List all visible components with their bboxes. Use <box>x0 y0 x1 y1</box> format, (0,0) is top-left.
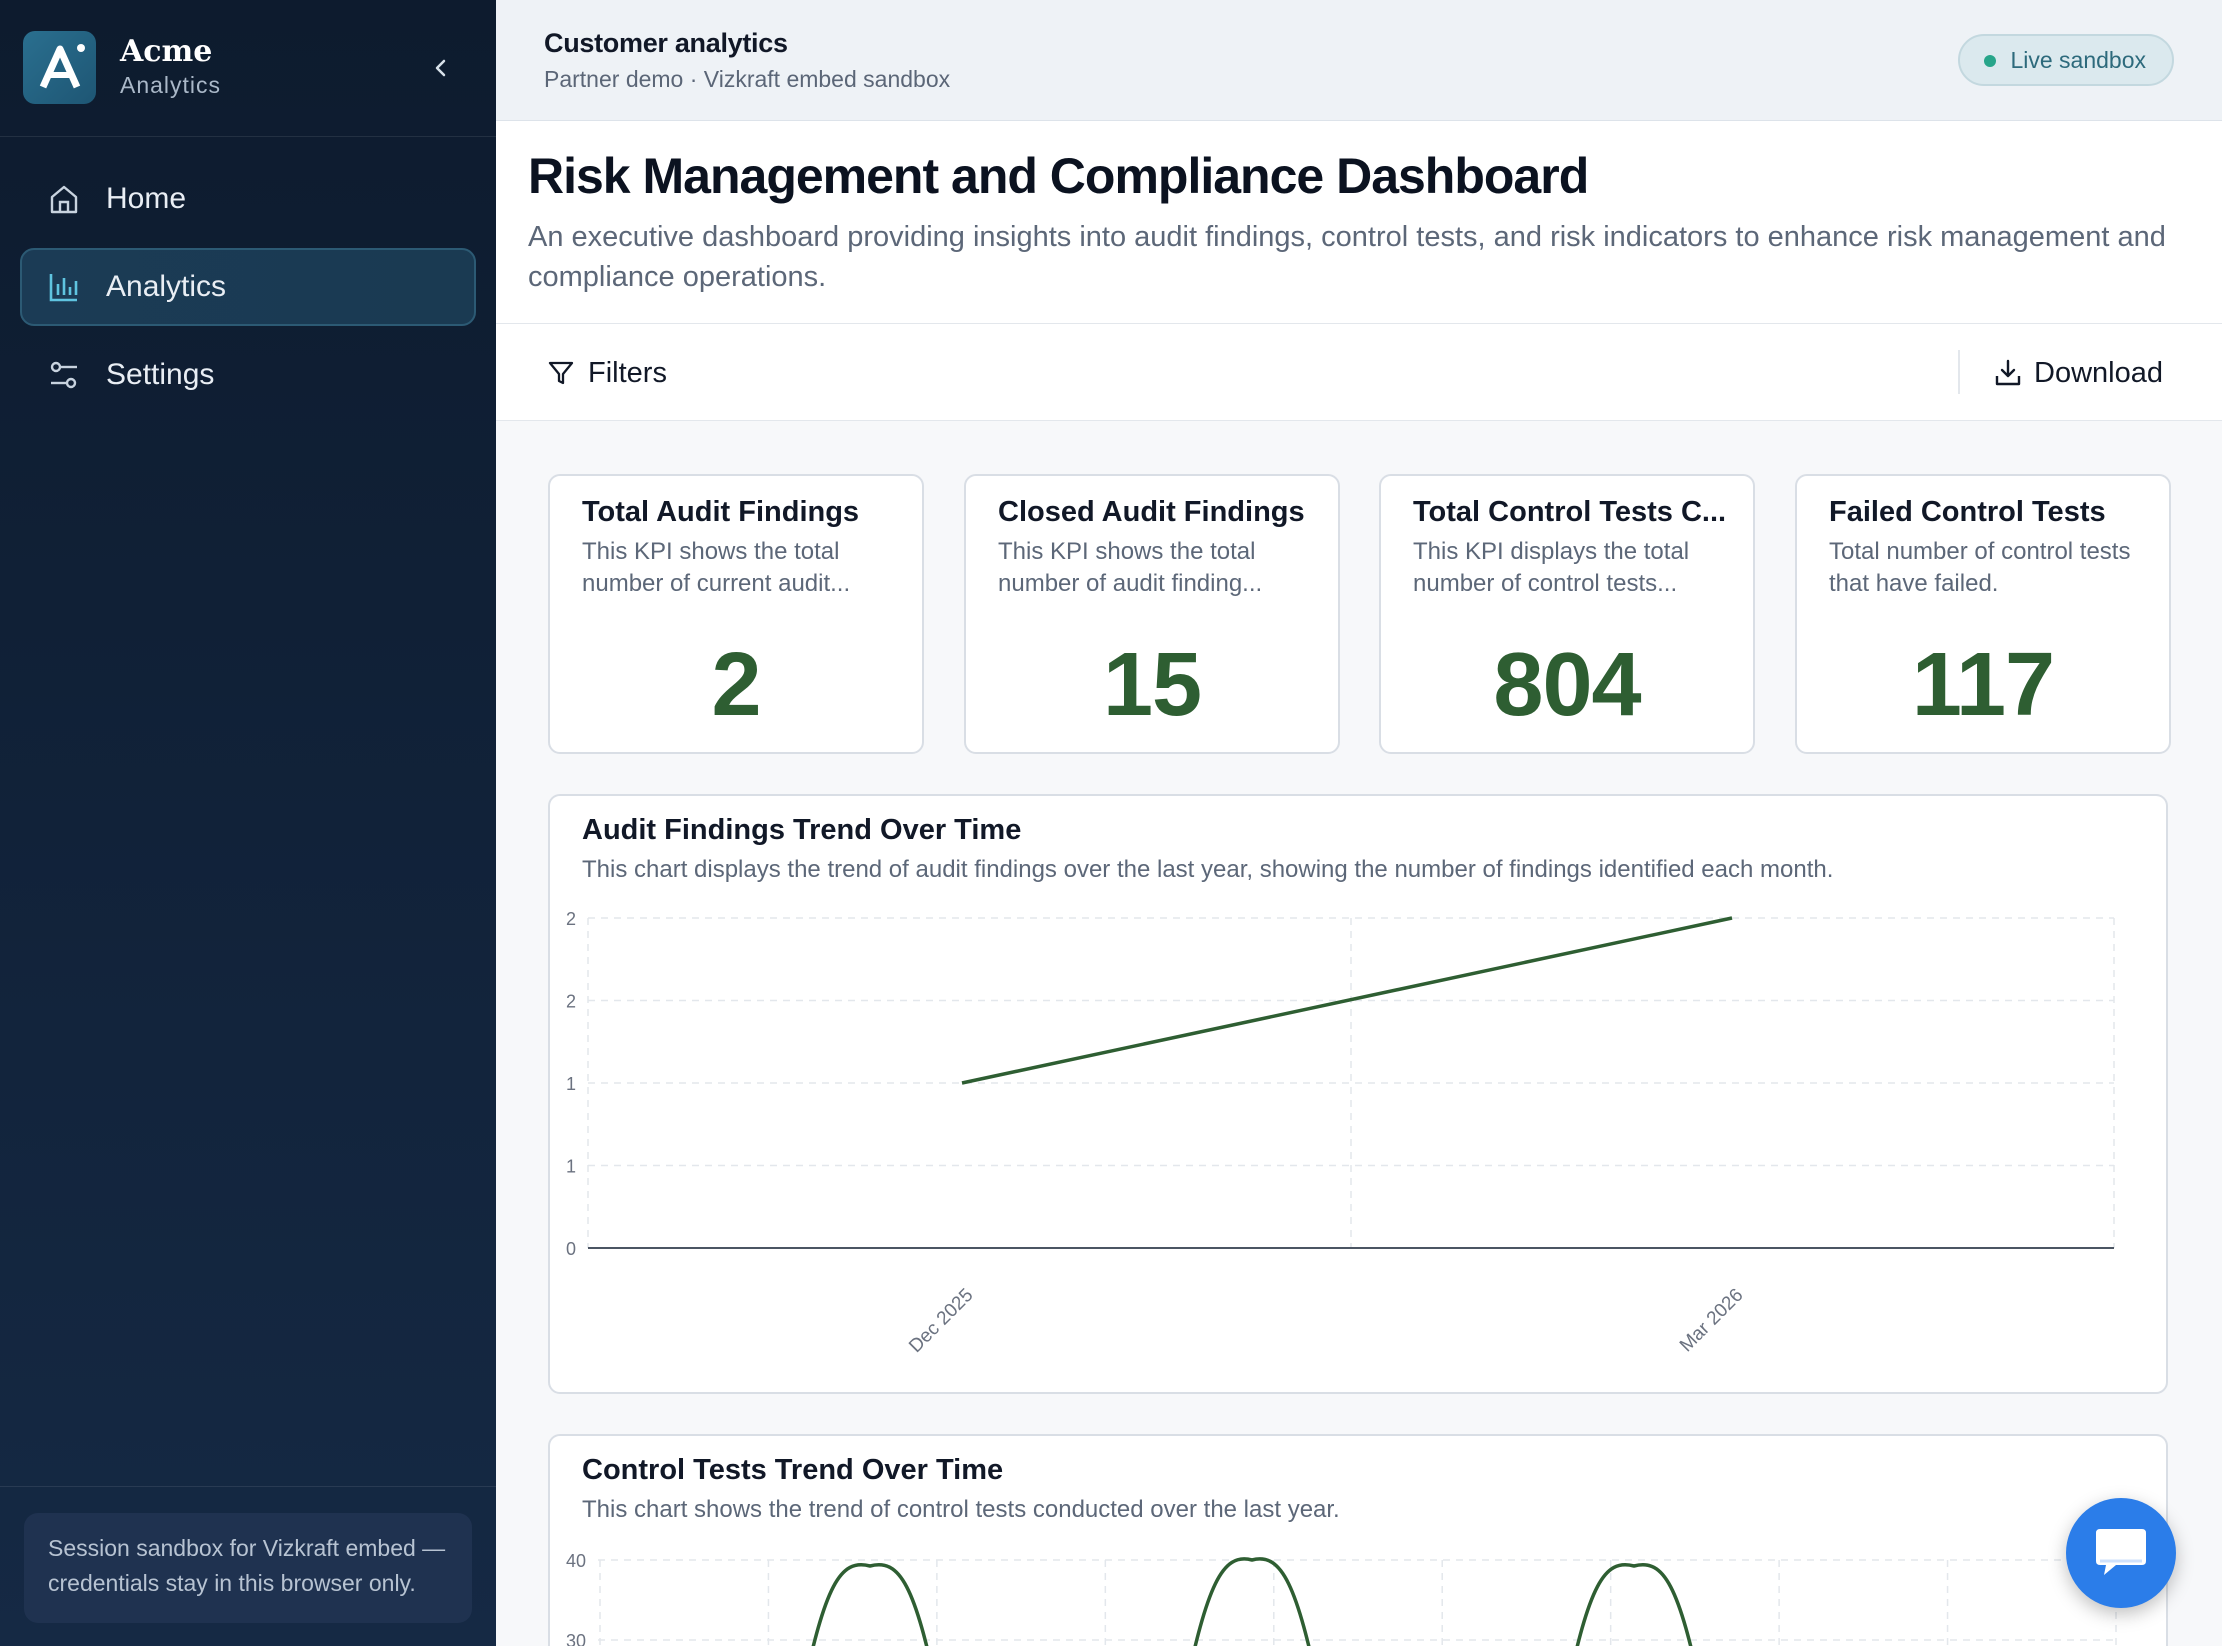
sidebar-item-settings[interactable]: Settings <box>20 336 476 414</box>
kpi-card-total-audit-findings: Total Audit Findings This KPI shows the … <box>548 474 924 754</box>
sidebar-item-label: Home <box>106 182 187 215</box>
series-line-segment <box>811 1563 929 1646</box>
chevron-left-icon <box>435 59 446 77</box>
page-title: Risk Management and Compliance Dashboard <box>528 148 1589 204</box>
y-tick-label: 1 <box>566 1157 576 1177</box>
brand-subtitle: Analytics <box>120 72 222 98</box>
sidebar-item-label: Analytics <box>106 270 227 303</box>
kpi-value: 117 <box>1911 635 2055 735</box>
chat-support-button[interactable] <box>2066 1498 2176 1608</box>
download-icon <box>1995 359 2021 386</box>
y-tick-label: 0 <box>566 1239 576 1259</box>
sidebar-footer: Session sandbox for Vizkraft embed — cre… <box>0 1486 496 1646</box>
y-tick-label: 30 <box>566 1631 586 1646</box>
main-content: Customer analytics Partner demo · Vizkra… <box>496 0 2222 1646</box>
kpi-title: Total Audit Findings <box>582 496 860 528</box>
session-note: Session sandbox for Vizkraft embed — cre… <box>24 1513 472 1623</box>
kpi-value: 804 <box>1493 635 1641 735</box>
kpi-title: Failed Control Tests <box>1829 496 2106 528</box>
y-tick-label: 2 <box>566 909 576 929</box>
sidebar-item-analytics[interactable]: Analytics <box>20 248 476 326</box>
kpi-description: This KPI shows the total number of audit… <box>998 538 1263 597</box>
app-subtitle: Partner demo · Vizkraft embed sandbox <box>544 66 951 92</box>
badge-label: Live sandbox <box>2010 46 2146 73</box>
chart-subtitle: This chart displays the trend of audit f… <box>582 856 1834 883</box>
toolbar-divider <box>1958 350 1960 394</box>
app-title: Customer analytics <box>544 28 788 58</box>
bar-chart-icon <box>46 269 82 305</box>
y-tick-label: 40 <box>566 1551 586 1571</box>
brand-name: Acme <box>120 34 213 69</box>
chart-card-control-tests-trend: 40 30 Control Tests Trend Over Time This … <box>548 1434 2168 1646</box>
sliders-icon <box>46 357 82 393</box>
home-icon <box>46 181 82 217</box>
x-tick-label: Dec 2025 <box>905 1285 977 1357</box>
chart-title: Control Tests Trend Over Time <box>582 1454 1004 1486</box>
filters-label: Filters <box>588 356 667 389</box>
series-line-segment <box>1193 1557 1311 1646</box>
sidebar-item-home[interactable]: Home <box>20 160 476 238</box>
sidebar-item-label: Settings <box>106 358 215 391</box>
series-line-segment <box>1575 1563 1693 1646</box>
filters-button[interactable]: Filters <box>546 352 667 394</box>
kpi-card-failed-control-tests: Failed Control Tests Total number of con… <box>1795 474 2171 754</box>
chart-title: Audit Findings Trend Over Time <box>582 814 1022 846</box>
kpi-description: This KPI shows the total number of curre… <box>582 538 851 597</box>
kpi-card-total-control-tests: Total Control Tests C... This KPI displa… <box>1379 474 1755 754</box>
status-dot-icon <box>1984 55 1997 67</box>
kpi-description: Total number of control tests that have … <box>1829 538 2131 597</box>
download-button[interactable]: Download <box>1992 352 2163 394</box>
audit-findings-line-chart: 0 1 1 2 2 Dec 2025 Mar 2026 <box>566 909 2115 1357</box>
x-tick-label: Mar 2026 <box>1676 1285 1748 1357</box>
chart-card-audit-findings-trend: 0 1 1 2 2 Dec 2025 Mar 2026 Audit Findings Tre… <box>548 794 2168 1394</box>
collapse-sidebar-button[interactable] <box>425 52 457 84</box>
sidebar: Acme Analytics Home Analytics Settings S… <box>0 0 496 1646</box>
kpi-title: Total Control Tests C... <box>1413 496 1727 528</box>
kpi-value: 2 <box>711 635 761 735</box>
page-description: An executive dashboard providing insight… <box>528 221 2166 293</box>
top-bar: Customer analytics Partner demo · Vizkra… <box>496 0 2222 121</box>
kpi-card-closed-audit-findings: Closed Audit Findings This KPI shows the… <box>964 474 1340 754</box>
dashboard-header: Risk Management and Compliance Dashboard… <box>496 121 2222 324</box>
kpi-value: 15 <box>1102 635 1202 735</box>
chart-subtitle: This chart shows the trend of control te… <box>582 1496 1340 1523</box>
kpi-title: Closed Audit Findings <box>998 496 1305 528</box>
acme-logo <box>23 31 96 104</box>
download-label: Download <box>2034 356 2163 389</box>
y-tick-label: 2 <box>566 992 576 1012</box>
brand-header: Acme Analytics <box>0 0 496 137</box>
dashboard-toolbar: Filters Download <box>496 324 2222 421</box>
filter-icon <box>548 361 574 385</box>
live-sandbox-badge: Live sandbox <box>1958 34 2174 86</box>
chat-bubble-icon <box>2096 1529 2146 1575</box>
kpi-description: This KPI displays the total number of co… <box>1413 538 1690 597</box>
y-tick-label: 1 <box>566 1074 576 1094</box>
sidebar-nav: Home Analytics Settings <box>20 160 476 424</box>
